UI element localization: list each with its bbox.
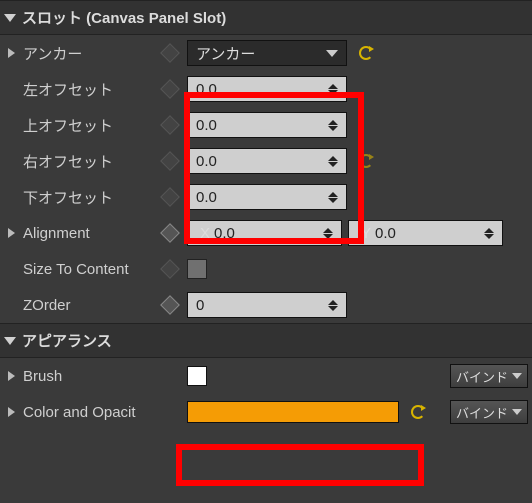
chevron-down-icon <box>4 14 16 22</box>
revert-icon[interactable] <box>359 154 373 168</box>
revert-icon[interactable] <box>411 405 425 419</box>
pin-icon[interactable] <box>160 43 180 63</box>
section-header-appearance[interactable]: アピアランス <box>0 323 532 358</box>
row-offset-left: 左オフセット 0.0 <box>0 71 532 107</box>
spin-value: 0.0 <box>196 189 217 206</box>
dropdown-arrow-icon <box>326 50 338 57</box>
row-color-opacity: Color and Opacit バインド <box>0 394 532 430</box>
combo-value: アンカー <box>196 43 255 64</box>
label-alignment: Alignment <box>23 225 163 242</box>
pin-icon[interactable] <box>160 295 180 315</box>
row-anchors: アンカー アンカー <box>0 35 532 71</box>
label-offset-bottom: 下オフセット <box>23 187 163 208</box>
pin-icon[interactable] <box>160 223 180 243</box>
pin-icon[interactable] <box>160 187 180 207</box>
details-panel: スロット (Canvas Panel Slot) アンカー アンカー 左オフセッ… <box>0 0 532 430</box>
chevron-right-icon[interactable] <box>8 407 15 417</box>
label-size-to-content: Size To Content <box>23 261 163 278</box>
row-offset-bottom: 下オフセット 0.0 <box>0 179 532 215</box>
label-color-opacity: Color and Opacit <box>23 404 163 421</box>
spin-handle-icon <box>328 84 338 95</box>
spin-value: 0.0 <box>375 225 396 242</box>
spin-value: 0.0 <box>196 117 217 134</box>
zorder-input[interactable]: 0 <box>187 292 347 318</box>
label-offset-top: 上オフセット <box>23 115 163 136</box>
spin-handle-icon <box>328 192 338 203</box>
section-header-slot[interactable]: スロット (Canvas Panel Slot) <box>0 0 532 35</box>
spin-value: 0 <box>196 297 204 314</box>
x-label: X <box>196 225 214 242</box>
label-brush: Brush <box>23 368 163 385</box>
section-title: アピアランス <box>22 330 112 351</box>
pin-icon[interactable] <box>160 79 180 99</box>
y-label: Y <box>357 225 375 242</box>
pin-icon[interactable] <box>160 151 180 171</box>
bind-label: バインド <box>456 367 508 386</box>
label-offset-right: 右オフセット <box>23 151 163 172</box>
spin-handle-icon <box>323 228 333 239</box>
spin-handle-icon <box>328 156 338 167</box>
label-zorder: ZOrder <box>23 297 163 314</box>
row-brush: Brush バインド <box>0 358 532 394</box>
label-offset-left: 左オフセット <box>23 79 163 100</box>
label-anchors: アンカー <box>23 43 163 64</box>
spin-handle-icon <box>328 300 338 311</box>
spin-handle-icon <box>484 228 494 239</box>
offset-bottom-input[interactable]: 0.0 <box>187 184 347 210</box>
chevron-right-icon[interactable] <box>8 371 15 381</box>
section-title: スロット (Canvas Panel Slot) <box>22 7 226 28</box>
bind-button[interactable]: バインド <box>450 400 528 424</box>
pin-icon[interactable] <box>160 259 180 279</box>
alignment-y-input[interactable]: Y 0.0 <box>348 220 503 246</box>
color-opacity-swatch[interactable] <box>187 401 399 423</box>
brush-color-swatch[interactable] <box>187 366 207 386</box>
alignment-x-input[interactable]: X 0.0 <box>187 220 342 246</box>
revert-icon[interactable] <box>359 46 373 60</box>
chevron-right-icon[interactable] <box>8 48 15 58</box>
spin-value: 0.0 <box>214 225 235 242</box>
size-to-content-checkbox[interactable] <box>187 259 207 279</box>
row-offset-top: 上オフセット 0.0 <box>0 107 532 143</box>
spin-handle-icon <box>328 120 338 131</box>
chevron-down-icon <box>4 337 16 345</box>
highlight-color <box>176 444 424 486</box>
offset-right-input[interactable]: 0.0 <box>187 148 347 174</box>
row-offset-right: 右オフセット 0.0 <box>0 143 532 179</box>
row-size-to-content: Size To Content <box>0 251 532 287</box>
spin-value: 0.0 <box>196 153 217 170</box>
row-alignment: Alignment X 0.0 Y 0.0 <box>0 215 532 251</box>
anchors-combo[interactable]: アンカー <box>187 40 347 66</box>
pin-icon[interactable] <box>160 115 180 135</box>
row-zorder: ZOrder 0 <box>0 287 532 323</box>
bind-button[interactable]: バインド <box>450 364 528 388</box>
spin-value: 0.0 <box>196 81 217 98</box>
offset-left-input[interactable]: 0.0 <box>187 76 347 102</box>
bind-label: バインド <box>456 403 508 422</box>
dropdown-arrow-icon <box>512 373 522 379</box>
offset-top-input[interactable]: 0.0 <box>187 112 347 138</box>
dropdown-arrow-icon <box>512 409 522 415</box>
chevron-right-icon[interactable] <box>8 228 15 238</box>
